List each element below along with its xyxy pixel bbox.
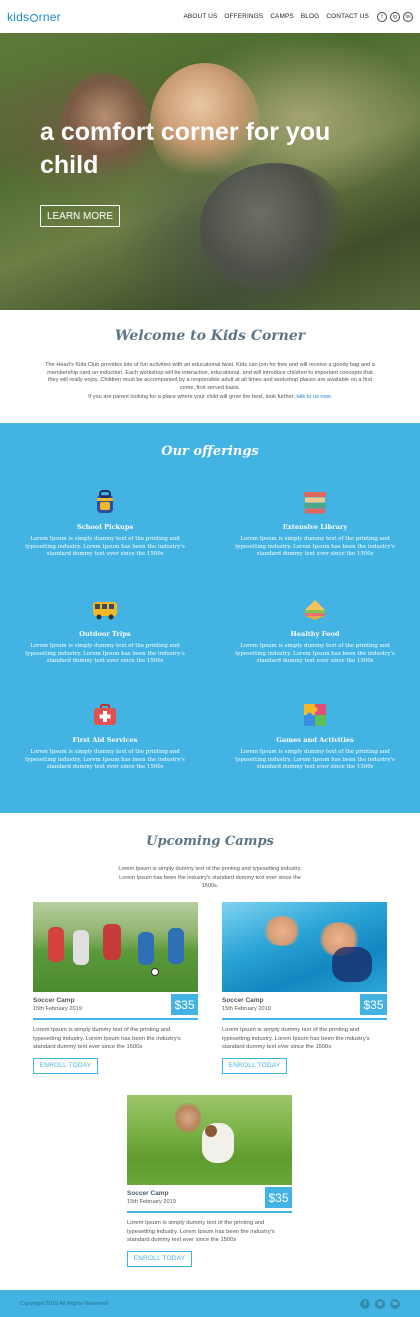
enroll-today-button[interactable]: ENROLL TODAY — [222, 1057, 287, 1074]
camp-date: 15th February 2019 — [127, 1199, 176, 1205]
nav-about-us[interactable]: ABOUT US — [184, 13, 218, 20]
offering-desc: Lorem Ipsum is simply dummy text of the … — [25, 643, 185, 665]
offering-games-activities: Games and Activities Lorem Ipsum is simp… — [230, 702, 400, 772]
camp-photo-swimming — [222, 902, 387, 992]
sandwich-icon — [302, 596, 328, 622]
backpack-icon — [92, 489, 118, 515]
camp-meta: Soccer Camp 15th February 2019 $35 — [222, 992, 387, 1020]
offerings-title: Our offerings — [161, 444, 259, 459]
header-social: f ig tw — [374, 11, 413, 22]
hero-banner: a comfort corner for you child LEARN MOR… — [0, 33, 420, 310]
camp-photo-dog — [127, 1095, 292, 1185]
dog-ear — [205, 1125, 217, 1137]
camp-name: Soccer Camp — [222, 997, 264, 1004]
camp-desc: Lorem Ipsum is simply dummy text of the … — [33, 1027, 181, 1050]
offering-extensive-library: Extensive Library Lorem Ipsum is simply … — [230, 489, 400, 559]
instagram-icon[interactable]: ig — [375, 1298, 385, 1309]
offering-title: Outdoor Trips — [79, 630, 131, 638]
nav-contact-us[interactable]: CONTACT US — [326, 13, 369, 20]
offering-title: School Pickups — [76, 523, 134, 531]
bus-icon — [92, 596, 118, 622]
welcome-cta-line: If you are parent looking for a place wh… — [0, 394, 420, 400]
enroll-today-button[interactable]: ENROLL TODAY — [33, 1057, 98, 1074]
camp-meta: Soccer Camp 15th February 2019 $35 — [33, 992, 198, 1020]
camp-price: $35 — [360, 994, 387, 1015]
offering-desc: Lorem Ipsum is simply dummy text of the … — [25, 749, 185, 771]
camp-meta: Soccer Camp 15th February 2019 $35 — [127, 1185, 292, 1213]
player-figure — [138, 932, 154, 965]
welcome-cta-text: If you are parent looking for a place wh… — [88, 394, 297, 400]
offering-desc: Lorem Ipsum is simply dummy text of the … — [25, 536, 185, 558]
camp-desc: Lorem Ipsum is simply dummy text of the … — [127, 1220, 275, 1243]
hero-photo-detail — [200, 163, 350, 293]
twitter-icon[interactable]: tw — [403, 11, 413, 22]
camp-card: Soccer Camp 15th February 2019 $35 Lorem… — [33, 902, 198, 1074]
offering-desc: Lorem Ipsum is simply dummy text of the … — [235, 749, 395, 771]
camps-title: Upcoming Camps — [146, 834, 274, 849]
offerings-section: Our offerings School Pickups Lorem Ipsum… — [0, 423, 420, 813]
swimmer-figure — [262, 916, 302, 946]
offering-first-aid: First Aid Services Lorem Ipsum is simply… — [20, 702, 190, 772]
nav-offerings[interactable]: OFFERINGS — [224, 13, 263, 20]
learn-more-button[interactable]: LEARN MORE — [40, 205, 120, 227]
books-icon — [302, 489, 328, 515]
player-figure — [103, 924, 121, 960]
camps-subtitle: Lorem Ipsum is simply dummy text of the … — [118, 866, 302, 889]
player-figure — [73, 930, 89, 965]
swimsuit — [332, 947, 372, 982]
offering-healthy-food: Healthy Food Lorem Ipsum is simply dummy… — [230, 596, 400, 666]
camp-card: Soccer Camp 15th February 2019 $35 Lorem… — [222, 902, 387, 1074]
camp-name: Soccer Camp — [127, 1190, 169, 1197]
camp-date: 15th February 2019 — [222, 1006, 271, 1012]
offering-desc: Lorem Ipsum is simply dummy text of the … — [235, 536, 395, 558]
site-footer: Copyright 2016 All Rights Reserved f ig … — [0, 1290, 420, 1317]
offering-title: Extensive Library — [282, 523, 348, 531]
camp-name: Soccer Camp — [33, 997, 75, 1004]
copyright-text: Copyright 2016 All Rights Reserved — [20, 1300, 109, 1307]
enroll-today-button[interactable]: ENROLL TODAY — [127, 1250, 192, 1267]
footer-social: f ig tw — [355, 1298, 400, 1309]
welcome-body: The Heart's Kids Club provides lots of f… — [45, 362, 375, 392]
talk-to-us-link[interactable]: talk to us now. — [296, 394, 331, 400]
puzzle-icon — [302, 702, 328, 728]
logo[interactable]: kids rner — [7, 10, 61, 24]
logo-text-left: kids — [7, 9, 30, 24]
first-aid-icon — [92, 702, 118, 728]
ball-icon — [151, 968, 159, 976]
page: kids rner ABOUT US OFFERINGS CAMPS BLOG C… — [0, 0, 420, 1317]
player-figure — [48, 927, 64, 962]
offering-title: Healthy Food — [290, 630, 340, 638]
camp-photo-soccer — [33, 902, 198, 992]
player-figure — [168, 928, 184, 964]
camp-price: $35 — [265, 1187, 292, 1208]
site-header: kids rner ABOUT US OFFERINGS CAMPS BLOG C… — [0, 0, 420, 33]
hero-headline: a comfort corner for you child — [40, 118, 331, 179]
nav-camps[interactable]: CAMPS — [270, 13, 294, 20]
logo-circle-icon — [30, 13, 39, 22]
facebook-icon[interactable]: f — [360, 1298, 370, 1309]
welcome-title: Welcome to Kids Corner — [114, 328, 306, 344]
offering-desc: Lorem Ipsum is simply dummy text of the … — [235, 643, 395, 665]
nav-blog[interactable]: BLOG — [301, 13, 319, 20]
camp-desc: Lorem Ipsum is simply dummy text of the … — [222, 1027, 370, 1050]
main-nav: ABOUT US OFFERINGS CAMPS BLOG CONTACT US… — [177, 11, 413, 22]
facebook-icon[interactable]: f — [377, 11, 387, 22]
camp-card: Soccer Camp 15th February 2019 $35 Lorem… — [127, 1095, 292, 1267]
twitter-icon[interactable]: tw — [390, 1298, 400, 1309]
camp-price: $35 — [171, 994, 198, 1015]
instagram-icon[interactable]: ig — [390, 11, 400, 22]
child-figure — [175, 1101, 201, 1135]
offering-title: Games and Activities — [276, 736, 354, 744]
offering-school-pickups: School Pickups Lorem Ipsum is simply dum… — [20, 489, 190, 559]
offering-outdoor-trips: Outdoor Trips Lorem Ipsum is simply dumm… — [20, 596, 190, 666]
offering-title: First Aid Services — [72, 736, 138, 744]
logo-text-right: rner — [38, 9, 61, 24]
camp-date: 15th February 2019 — [33, 1006, 82, 1012]
